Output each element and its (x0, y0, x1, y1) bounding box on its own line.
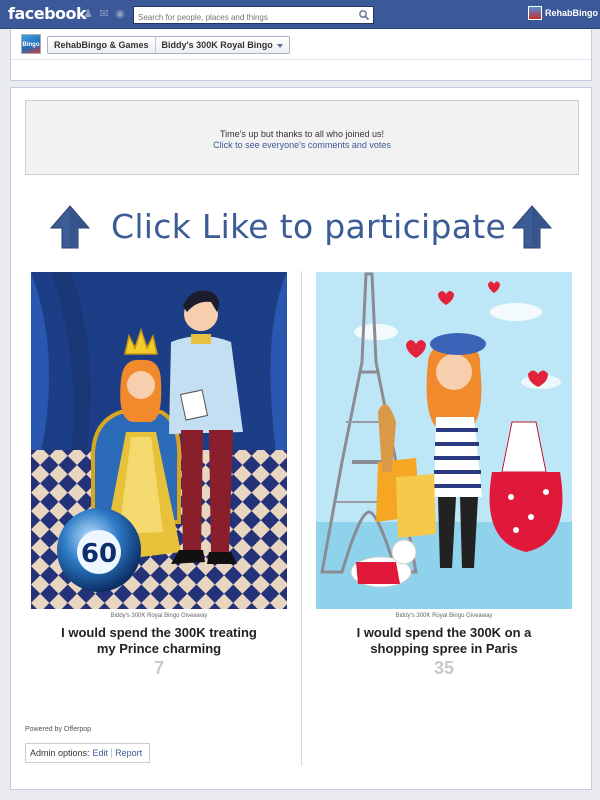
entry-caption: Biddy's 300K Royal Bingo Giveaway (395, 613, 493, 619)
edit-link[interactable]: Edit (90, 748, 112, 758)
admin-options: Admin options: Edit Report (25, 743, 151, 763)
entry-title: I would spend the 300K on a shopping spr… (356, 625, 532, 656)
like-cta-text: Click Like to participate (111, 207, 507, 246)
chevron-down-icon (276, 43, 283, 48)
entry-card: 60 Biddy's 300K Royal Bingo Giveaway I w… (31, 272, 287, 679)
profile-link[interactable]: RehabBingo & (528, 6, 600, 20)
search-box (133, 6, 374, 26)
search-input[interactable] (134, 9, 354, 26)
header-divider (11, 59, 591, 60)
facebook-logo[interactable]: facebook (8, 4, 87, 23)
entry-caption: Biddy's 300K Royal Bingo Giveaway (110, 613, 208, 619)
page-avatar[interactable]: Bingo (21, 34, 41, 54)
messages-icon[interactable]: ✉ (98, 8, 110, 20)
breadcrumb-app-dropdown[interactable]: Biddy's 300K Royal Bingo (154, 37, 289, 53)
up-arrow-icon (49, 205, 91, 249)
facebook-top-bar: facebook ♟ ✉ ◉ RehabBingo & (0, 0, 600, 29)
notifications-globe-icon[interactable]: ◉ (114, 8, 126, 20)
search-icon[interactable] (358, 9, 370, 21)
vote-count: 7 (153, 658, 164, 678)
report-link[interactable]: Report (112, 748, 145, 758)
notification-jewels: ♟ ✉ ◉ (82, 8, 126, 20)
entry-image-prince[interactable]: 60 (31, 272, 287, 609)
see-comments-link[interactable]: Click to see everyone's comments and vot… (26, 140, 578, 150)
notice-message: Time's up but thanks to all who joined u… (220, 129, 384, 139)
page-header: Bingo RehabBingo & Games Biddy's 300K Ro… (10, 29, 592, 81)
friend-requests-icon[interactable]: ♟ (82, 8, 94, 20)
breadcrumb-page-link[interactable]: RehabBingo & Games (48, 37, 155, 53)
entries-divider (301, 271, 302, 766)
entry-image-paris[interactable] (316, 272, 572, 609)
admin-options-label: Admin options: (30, 748, 90, 758)
app-content: Time's up but thanks to all who joined u… (10, 87, 592, 790)
header-bottom-border (11, 80, 591, 81)
bingo-ball-number: 60 (81, 539, 117, 569)
user-avatar (528, 6, 542, 20)
entry-card: Biddy's 300K Royal Bingo Giveaway I woul… (316, 272, 572, 679)
user-name: RehabBingo & (545, 8, 600, 18)
breadcrumb: RehabBingo & Games Biddy's 300K Royal Bi… (47, 36, 290, 54)
powered-by[interactable]: Powered by Offerpop (25, 726, 91, 733)
up-arrow-icon (511, 205, 553, 249)
breadcrumb-app-label: Biddy's 300K Royal Bingo (161, 40, 273, 50)
vote-count: 35 (433, 658, 455, 678)
entry-title: I would spend the 300K treating my Princ… (61, 625, 257, 656)
contest-ended-notice: Time's up but thanks to all who joined u… (25, 100, 579, 175)
like-banner: Click Like to participate (11, 201, 591, 251)
